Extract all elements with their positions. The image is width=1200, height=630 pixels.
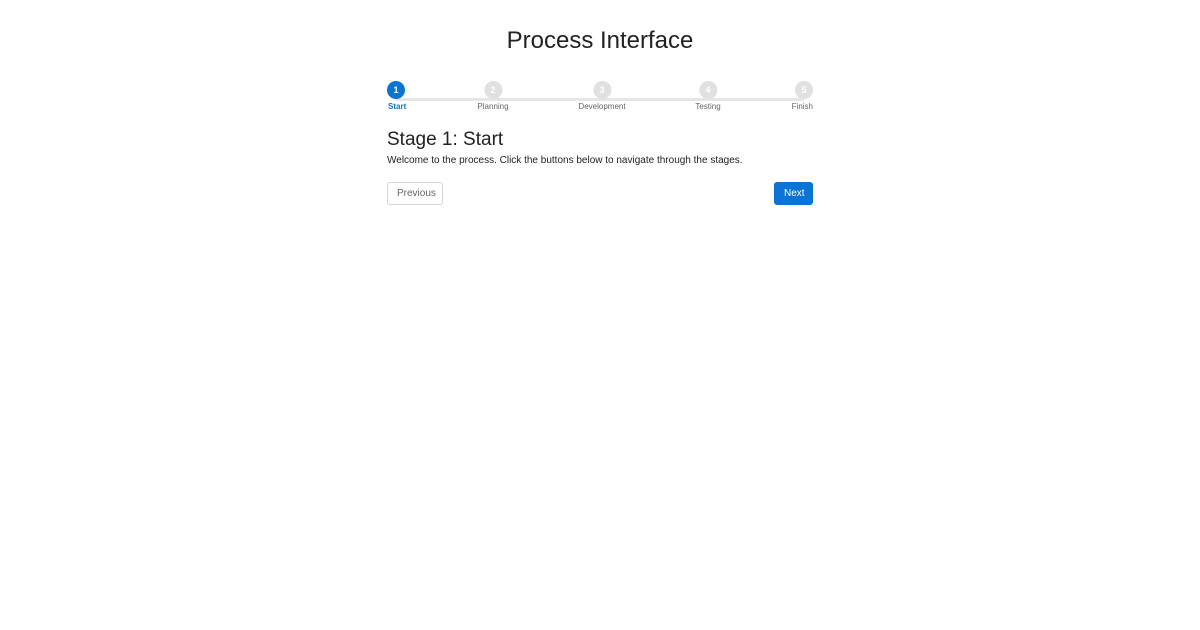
stage-description: Welcome to the process. Click the button… xyxy=(387,155,743,166)
step-label: Testing xyxy=(695,102,721,111)
step-planning[interactable]: 2 Planning xyxy=(477,81,509,112)
process-page: Process Interface 1 Start 2 Planning 3 D… xyxy=(0,0,1200,630)
step-testing[interactable]: 4 Testing xyxy=(695,81,721,112)
step-finish[interactable]: 5 Finish xyxy=(792,81,813,112)
step-number: 1 xyxy=(387,81,405,99)
progress-stepper: 1 Start 2 Planning 3 Development 4 Testi… xyxy=(387,81,813,115)
step-label: Start xyxy=(388,102,407,111)
step-number: 4 xyxy=(698,81,717,99)
step-development[interactable]: 3 Development xyxy=(578,81,626,112)
next-button[interactable]: Next xyxy=(774,182,813,205)
previous-button[interactable]: Previous xyxy=(387,182,443,205)
step-label: Finish xyxy=(791,102,813,111)
step-number: 2 xyxy=(483,81,502,99)
step-number: 5 xyxy=(795,81,813,99)
stage-title: Stage 1: Start xyxy=(387,129,504,150)
step-label: Development xyxy=(578,102,626,111)
step-number: 3 xyxy=(592,81,611,99)
page-title: Process Interface xyxy=(506,27,694,54)
step-start[interactable]: 1 Start xyxy=(387,81,406,112)
step-label: Planning xyxy=(477,102,509,111)
